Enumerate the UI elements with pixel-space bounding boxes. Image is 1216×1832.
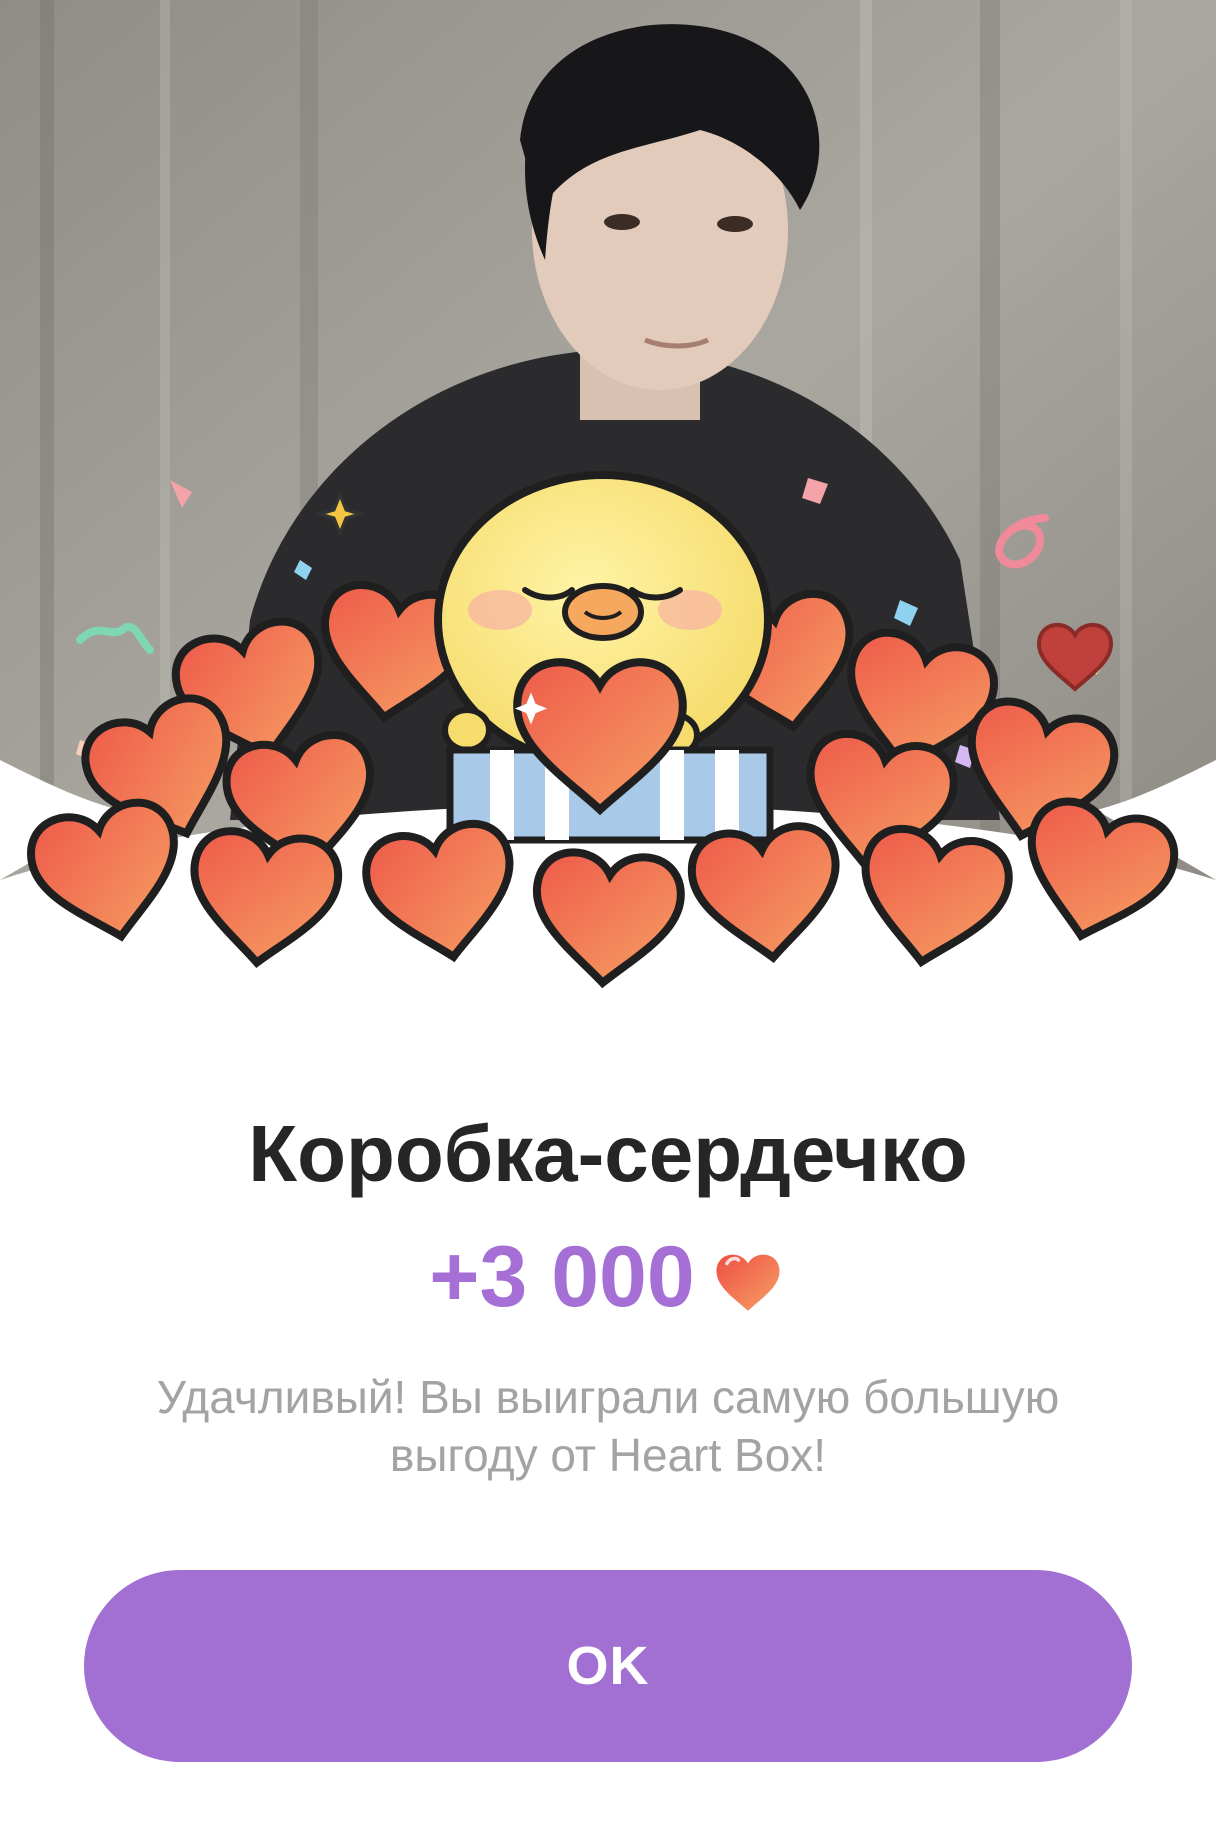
reward-message: Удачливый! Вы выиграли самую большую выг… <box>156 1371 1060 1481</box>
reward-illustration <box>0 0 1216 1000</box>
reward-amount-row: +3 000 <box>0 1228 1216 1327</box>
heart-box-result-screen: Коробка-сердечко +3 000 Удачливый! Вы вы… <box>0 0 1216 1832</box>
reward-title: Коробка-сердечко <box>248 1109 968 1198</box>
ok-button-label: OK <box>566 1636 650 1696</box>
reward-amount: +3 000 <box>429 1229 695 1325</box>
heart-icon <box>716 1254 780 1311</box>
ok-button[interactable]: OK <box>84 1570 1132 1762</box>
